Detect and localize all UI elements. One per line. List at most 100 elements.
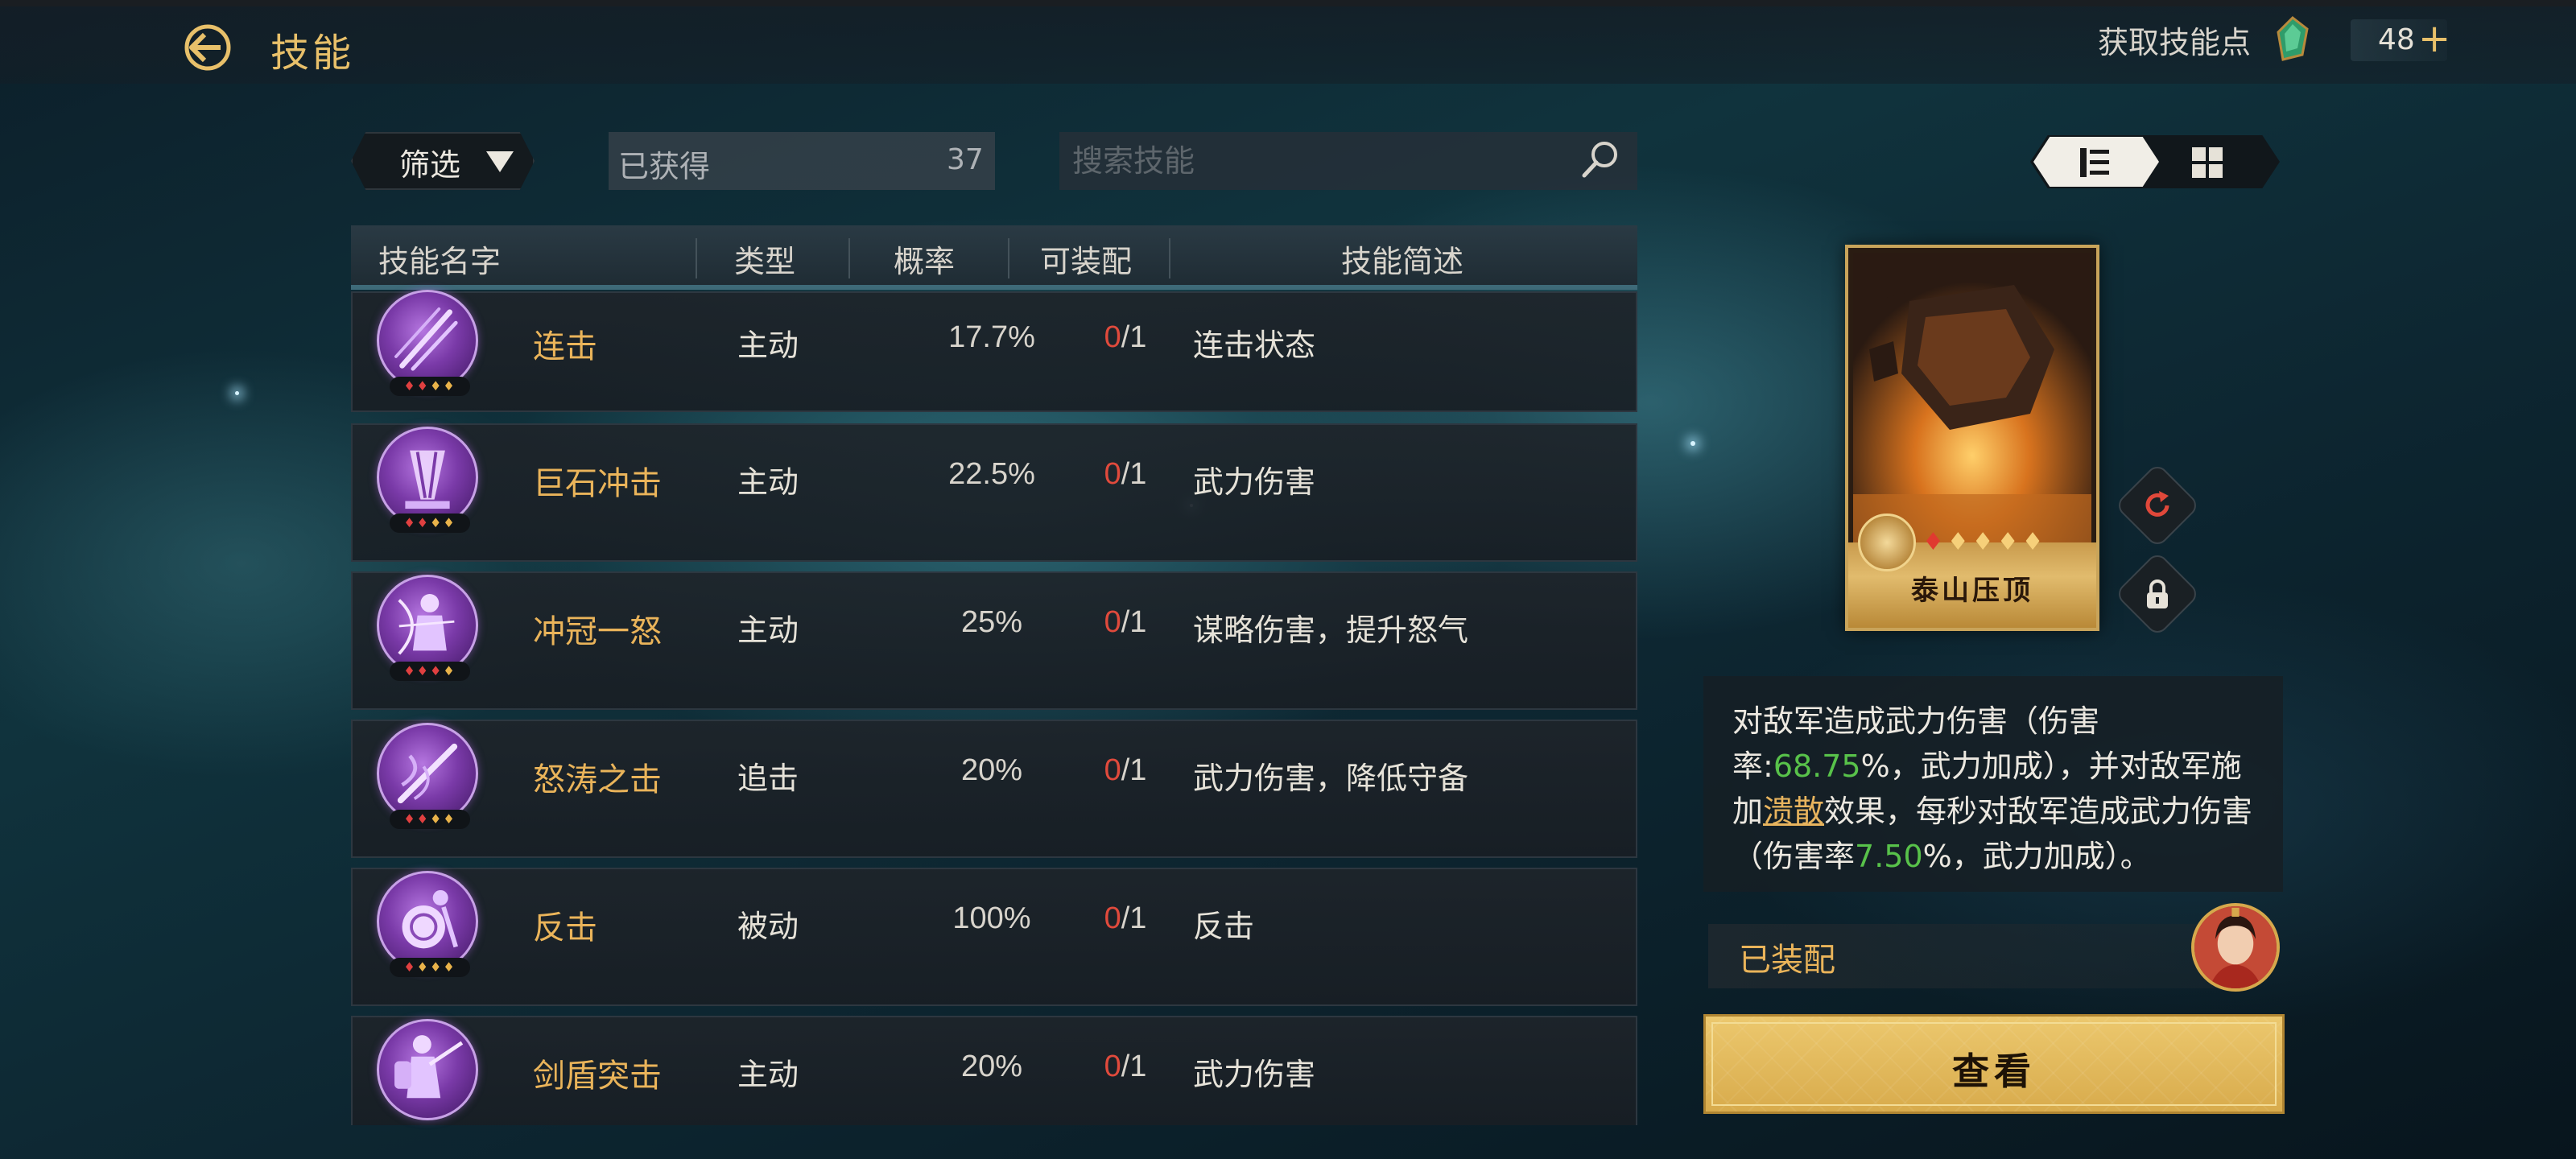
skill-name: 冲冠一怒: [533, 613, 662, 650]
desc-damage-rate: 7.50: [1855, 839, 1923, 874]
equip-current: 0: [1104, 320, 1121, 354]
list-view-icon: [2077, 145, 2112, 180]
skill-type: 主动: [737, 328, 799, 363]
rarity-stars: ♦♦♦♦: [390, 810, 470, 829]
column-divider: [696, 238, 697, 278]
skill-name: 反击: [533, 909, 597, 947]
skill-rate: 17.7%: [948, 320, 1035, 354]
table-row[interactable]: ♦♦♦♦ 反击 被动 100% 0/1 反击: [351, 868, 1637, 1006]
refresh-button[interactable]: [2114, 462, 2201, 549]
column-header-rate[interactable]: 概率: [894, 237, 955, 281]
skill-equip-count: 0/1: [1069, 605, 1182, 640]
skill-summary: 武力伤害，降低守备: [1193, 761, 1469, 796]
equip-current: 0: [1104, 901, 1121, 935]
skill-card-art: [1853, 253, 2091, 542]
desc-damage-rate: 68.75: [1773, 749, 1861, 784]
skill-name: 剑盾突击: [533, 1058, 662, 1095]
view-button-label: 查看: [1952, 1050, 2036, 1093]
skill-name: 巨石冲击: [533, 465, 662, 502]
equip-total: /1: [1121, 901, 1147, 935]
column-header-type[interactable]: 类型: [734, 237, 795, 281]
lock-icon: [2138, 575, 2177, 613]
skill-description: 对敌军造成武力伤害（伤害率:68.75%，武力加成），并对敌军施加溃散效果，每秒…: [1732, 699, 2254, 879]
lock-button[interactable]: [2114, 551, 2201, 637]
owned-label: 已获得: [618, 149, 711, 184]
emerald-gem-icon: [2275, 16, 2310, 61]
skill-summary: 武力伤害: [1193, 1057, 1316, 1092]
skill-rate: 20%: [960, 753, 1023, 787]
skill-summary: 连击状态: [1193, 328, 1316, 363]
dropdown-caret-icon: [486, 151, 514, 172]
rarity-stars: ♦♦♦♦: [390, 514, 470, 533]
equip-current: 0: [1104, 605, 1121, 639]
column-header-name[interactable]: 技能名字: [378, 237, 501, 281]
owned-count: 37: [947, 143, 984, 176]
column-header-desc: 技能简述: [1341, 244, 1464, 279]
equip-total: /1: [1121, 320, 1147, 354]
skill-description-panel: 对敌军造成武力伤害（伤害率:68.75%，武力加成），并对敌军施加溃散效果，每秒…: [1703, 676, 2283, 892]
rarity-stars: ♦♦♦♦: [390, 662, 470, 681]
skill-equip-count: 0/1: [1069, 1050, 1182, 1084]
skill-rate: 25%: [960, 605, 1023, 639]
skill-type: 主动: [737, 464, 799, 500]
view-button[interactable]: 查看: [1703, 1014, 2285, 1114]
grid-view-icon[interactable]: [2190, 145, 2225, 180]
skill-points-label: 获取技能点: [2098, 25, 2252, 60]
skill-equip-count: 0/1: [1069, 753, 1182, 788]
equipped-label: 已装配: [1739, 942, 1835, 979]
filter-label: 筛选: [399, 147, 461, 183]
equip-total: /1: [1121, 457, 1147, 491]
column-divider: [1008, 238, 1009, 278]
equip-total: /1: [1121, 753, 1147, 787]
back-arrow-icon: [184, 24, 231, 71]
skill-card-name: 泰山压顶: [1911, 575, 2033, 607]
equip-current: 0: [1104, 753, 1121, 787]
table-row[interactable]: ♦♦♦♦ 怒涛之击 追击 20% 0/1 武力伤害，降低守备: [351, 720, 1637, 858]
skill-type: 主动: [737, 612, 799, 648]
table-row[interactable]: ♦♦♦♦ 冲冠一怒 主动 25% 0/1 谋略伤害，提升怒气: [351, 571, 1637, 710]
search-input[interactable]: [1072, 137, 1555, 185]
skill-equip-count: 0/1: [1069, 901, 1182, 936]
table-row[interactable]: ♦♦♦♦ 巨石冲击 主动 22.5% 0/1 武力伤害: [351, 423, 1637, 562]
page-title: 技能: [270, 31, 355, 76]
skill-rate: 100%: [952, 901, 1031, 935]
table-header: 技能名字 类型 概率 可装配 技能简述: [351, 225, 1637, 290]
back-button[interactable]: [177, 19, 233, 76]
skill-type: 追击: [737, 761, 799, 796]
skill-card-footer: ♦♦♦♦♦ 泰山压顶: [1848, 514, 2096, 628]
column-header-equip[interactable]: 可装配: [1040, 237, 1132, 281]
desc-text: %，武力加成）。: [1922, 839, 2151, 874]
column-divider: [848, 238, 850, 278]
skill-summary: 武力伤害: [1193, 464, 1316, 500]
search-icon[interactable]: [1578, 137, 1623, 182]
background-star: [1690, 441, 1695, 446]
skill-emblem-icon: [1858, 514, 1916, 571]
skill-rate: 20%: [960, 1050, 1023, 1083]
skill-type: 主动: [737, 1057, 799, 1092]
skill-rate: 22.5%: [948, 457, 1035, 491]
table-row[interactable]: ♦♦♦♦ 连击 主动 17.7% 0/1 连击状态: [351, 290, 1637, 412]
desc-keyword-link[interactable]: 溃散: [1763, 794, 1824, 829]
skill-card[interactable]: ♦♦♦♦♦ 泰山压顶: [1845, 245, 2099, 631]
rarity-stars: ♦♦♦♦♦: [1922, 528, 2047, 556]
skill-type: 被动: [737, 909, 799, 944]
plus-icon: +: [2418, 16, 2451, 61]
skill-name: 连击: [533, 328, 597, 365]
rarity-stars: ♦♦♦♦: [390, 958, 470, 977]
column-divider: [1169, 238, 1170, 278]
sword-shield-skill-icon: [377, 1019, 478, 1120]
skill-name: 怒涛之击: [533, 761, 662, 798]
equip-total: /1: [1121, 1050, 1147, 1083]
background-star: [235, 391, 239, 395]
skill-equip-count: 0/1: [1069, 320, 1182, 355]
skill-summary: 反击: [1193, 909, 1255, 944]
equip-total: /1: [1121, 605, 1147, 639]
equip-current: 0: [1104, 457, 1121, 491]
table-row[interactable]: 剑盾突击 主动 20% 0/1 武力伤害: [351, 1016, 1637, 1125]
add-skill-points-button[interactable]: +: [2418, 16, 2450, 61]
equip-current: 0: [1104, 1050, 1121, 1083]
skill-summary: 谋略伤害，提升怒气: [1193, 612, 1469, 648]
rarity-stars: ♦♦♦♦: [390, 377, 470, 396]
skill-equip-count: 0/1: [1069, 457, 1182, 492]
hero-avatar[interactable]: [2191, 903, 2280, 992]
